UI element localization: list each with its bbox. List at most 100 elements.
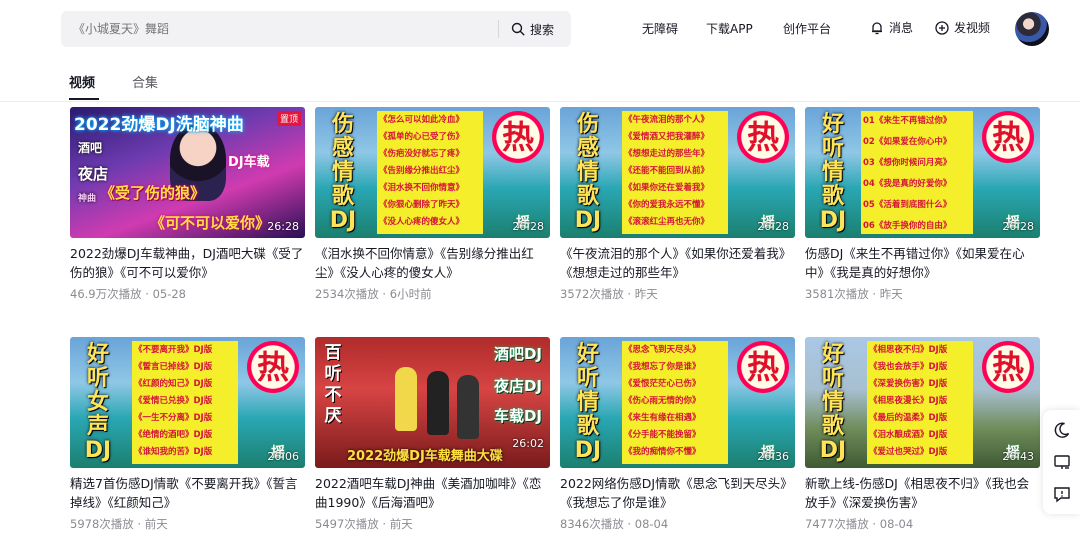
song-line: 《深爱换伤害》DJ版 — [869, 379, 948, 389]
feedback-icon[interactable] — [1052, 484, 1072, 504]
video-card[interactable]: 好听女声DJ 《不要离开我》DJ版 《誓言已掉线》DJ版 《红颜的知己》DJ版 … — [70, 337, 305, 532]
video-card[interactable]: 2022劲爆DJ洗脑神曲 置顶 酒吧 夜店 神曲 DJ车载 《受了伤的狼》 《可… — [70, 107, 305, 302]
dancer-figure — [395, 367, 417, 431]
hot-badge: 热 — [737, 111, 789, 163]
cover-vertical-text: 好听情歌DJ — [819, 342, 847, 463]
video-meta: 5497次播放 · 前天 — [315, 516, 550, 532]
accessibility-link[interactable]: 无障碍 — [642, 20, 678, 37]
view-count: 3581次播放 — [805, 287, 869, 301]
meta-separator: · — [868, 517, 880, 531]
video-title[interactable]: 2022网络伤感DJ情歌《思念飞到天尽头》《我想忘了你是谁》 — [560, 474, 795, 512]
video-cover[interactable]: 2022劲爆DJ洗脑神曲 置顶 酒吧 夜店 神曲 DJ车载 《受了伤的狼》 《可… — [70, 107, 305, 238]
video-card[interactable]: 伤感情歌DJ 《午夜流泪的那个人》 《爱情酒又把我灌醉》 《想想走过的那些年》 … — [560, 107, 795, 302]
video-title[interactable]: 《泪水换不回你情意》《告别缘分推出红尘》《没人心疼的傻女人》 — [315, 244, 550, 282]
video-title[interactable]: 《午夜流泪的那个人》《如果你还爱着我》《想想走过的那些年》 — [560, 244, 795, 282]
song-line: 《爱情酒又把我灌醉》 — [624, 132, 710, 142]
user-avatar[interactable] — [1015, 12, 1049, 46]
video-cover[interactable]: 好听女声DJ 《不要离开我》DJ版 《誓言已掉线》DJ版 《红颜的知己》DJ版 … — [70, 337, 305, 468]
upload-video-label: 发视频 — [954, 21, 991, 35]
video-title[interactable]: 精选7首伤感DJ情歌《不要离开我》《誓言掉线》《红颜知己》 — [70, 474, 305, 512]
song-line: 《分手能不能挽留》 — [624, 430, 701, 440]
floating-tool-rail — [1043, 410, 1080, 514]
view-count: 7477次播放 — [805, 517, 869, 531]
song-line: 《我也会放手》DJ版 — [869, 362, 948, 372]
video-title[interactable]: 2022酒吧车载DJ神曲《美酒加咖啡》《恋曲1990》《后海酒吧》 — [315, 474, 550, 512]
download-app-link[interactable]: 下载APP — [706, 20, 753, 37]
publish-time: 08-04 — [879, 517, 914, 531]
publish-time: 昨天 — [879, 287, 903, 301]
search-icon — [511, 22, 525, 36]
video-cover[interactable]: 百听不厌 酒吧DJ 夜店DJ 车载DJ 2022劲爆DJ车载舞曲大碟 26:02 — [315, 337, 550, 468]
search-button[interactable]: 搜索 — [511, 11, 554, 47]
search-divider — [498, 20, 499, 38]
video-card[interactable]: 好听情歌DJ 《相思夜不归》DJ版 《我也会放手》DJ版 《深爱换伤害》DJ版 … — [805, 337, 1040, 532]
video-card[interactable]: 好听情歌DJ 01《来生不再错过你》 02《如果爱在你心中》 03《想你时候问月… — [805, 107, 1040, 302]
cover-text: DJ车载 — [228, 155, 270, 170]
meta-separator: · — [623, 517, 635, 531]
song-list-panel: 《思念飞到天尽头》 《我想忘了你是谁》 《爱恨茫茫心已伤》 《伤心雨无情的你》 … — [622, 341, 728, 464]
song-line: 《绝情的酒吧》DJ版 — [134, 430, 213, 440]
song-line: 《告别缘分推出红尘》 — [379, 166, 465, 176]
song-line: 《我想忘了你是谁》 — [624, 362, 701, 372]
video-meta: 7477次播放 · 08-04 — [805, 516, 1040, 532]
publish-time: 昨天 — [634, 287, 658, 301]
hot-badge: 热 — [982, 341, 1034, 393]
cover-text: 车载DJ — [493, 407, 542, 425]
video-duration: 26:28 — [512, 220, 544, 233]
messages-label: 消息 — [889, 21, 914, 35]
meta-separator: · — [133, 517, 145, 531]
video-cover[interactable]: 伤感情歌DJ 《怎么可以如此冷血》 《孤单的心已受了伤》 《伤疤没好就忘了疼》 … — [315, 107, 550, 238]
publish-time: 前天 — [389, 517, 413, 531]
song-line: 《怎么可以如此冷血》 — [379, 115, 465, 125]
video-cover[interactable]: 好听情歌DJ 《思念飞到天尽头》 《我想忘了你是谁》 《爱恨茫茫心已伤》 《伤心… — [560, 337, 795, 468]
video-meta: 5978次播放 · 前天 — [70, 516, 305, 532]
song-line: 《想想走过的那些年》 — [624, 149, 710, 159]
video-title[interactable]: 新歌上线-伤感DJ《相思夜不归》《我也会放手》《深爱换伤害》 — [805, 474, 1040, 512]
cover-vertical-text: 好听女声DJ — [84, 342, 112, 463]
tab-collections[interactable]: 合集 — [132, 72, 158, 91]
song-line: 《午夜流泪的那个人》 — [624, 115, 710, 125]
video-cover[interactable]: 伤感情歌DJ 《午夜流泪的那个人》 《爱情酒又把我灌醉》 《想想走过的那些年》 … — [560, 107, 795, 238]
video-cover[interactable]: 好听情歌DJ 《相思夜不归》DJ版 《我也会放手》DJ版 《深爱换伤害》DJ版 … — [805, 337, 1040, 468]
song-line: 01《来生不再错过你》 — [863, 116, 952, 126]
meta-separator: · — [378, 517, 390, 531]
cover-vertical-text: 好听情歌DJ — [574, 342, 602, 463]
video-meta: 3572次播放 · 昨天 — [560, 286, 795, 302]
cover-big-text: 《可不可以爱你》 — [150, 214, 271, 232]
video-title[interactable]: 伤感DJ《来生不再错过你》《如果爱在心中》《我是真的好想你》 — [805, 244, 1040, 282]
cover-vertical-text: 伤感情歌DJ — [329, 112, 357, 233]
cover-text: 酒吧DJ — [493, 345, 542, 363]
song-line: 《我的痴情你不懂》 — [624, 447, 701, 457]
video-cover[interactable]: 好听情歌DJ 01《来生不再错过你》 02《如果爱在你心中》 03《想你时候问月… — [805, 107, 1040, 238]
video-meta: 3581次播放 · 昨天 — [805, 286, 1040, 302]
publish-time: 05-28 — [152, 287, 186, 301]
upload-video-button[interactable]: 发视频 — [935, 19, 990, 36]
creator-platform-link[interactable]: 创作平台 — [783, 20, 831, 37]
view-count: 3572次播放 — [560, 287, 624, 301]
song-line: 《没人心疼的傻女人》 — [379, 217, 465, 227]
meta-separator: · — [141, 287, 153, 301]
mini-player-icon[interactable] — [1052, 452, 1072, 472]
song-line: 06《放手换你的自由》 — [863, 221, 952, 231]
song-line: 《最后的温柔》DJ版 — [869, 413, 948, 423]
tab-videos[interactable]: 视频 — [69, 72, 95, 91]
song-line: 《爱过也哭过》DJ版 — [869, 447, 948, 457]
dark-mode-icon[interactable] — [1052, 420, 1072, 440]
pinned-badge: 置顶 — [276, 111, 301, 126]
song-line: 《如果你还在爱着我》 — [624, 183, 710, 193]
meta-separator: · — [868, 287, 880, 301]
publish-time: 08-04 — [634, 517, 669, 531]
search-input[interactable] — [73, 11, 493, 47]
song-line: 《思念飞到天尽头》 — [624, 345, 701, 355]
video-card[interactable]: 伤感情歌DJ 《怎么可以如此冷血》 《孤单的心已受了伤》 《伤疤没好就忘了疼》 … — [315, 107, 550, 302]
cover-text: 神曲 — [78, 194, 97, 204]
video-title[interactable]: 2022劲爆DJ车载神曲，DJ酒吧大碟《受了伤的狼》《可不可以爱你》 — [70, 244, 305, 282]
song-line: 03《想你时候问月亮》 — [863, 158, 952, 168]
song-line: 《你的爱我永远不懂》 — [624, 200, 710, 210]
video-card[interactable]: 百听不厌 酒吧DJ 夜店DJ 车载DJ 2022劲爆DJ车载舞曲大碟 26:02… — [315, 337, 550, 532]
cover-vertical-text: 百听不厌 — [324, 343, 342, 426]
video-card[interactable]: 好听情歌DJ 《思念飞到天尽头》 《我想忘了你是谁》 《爱恨茫茫心已伤》 《伤心… — [560, 337, 795, 532]
song-line: 《泪水酿成酒》DJ版 — [869, 430, 948, 440]
search-results-page: 搜索 无障碍 下载APP 创作平台 消息 发视频 视频 合集 — [0, 0, 1080, 540]
messages-button[interactable]: 消息 — [870, 19, 913, 36]
